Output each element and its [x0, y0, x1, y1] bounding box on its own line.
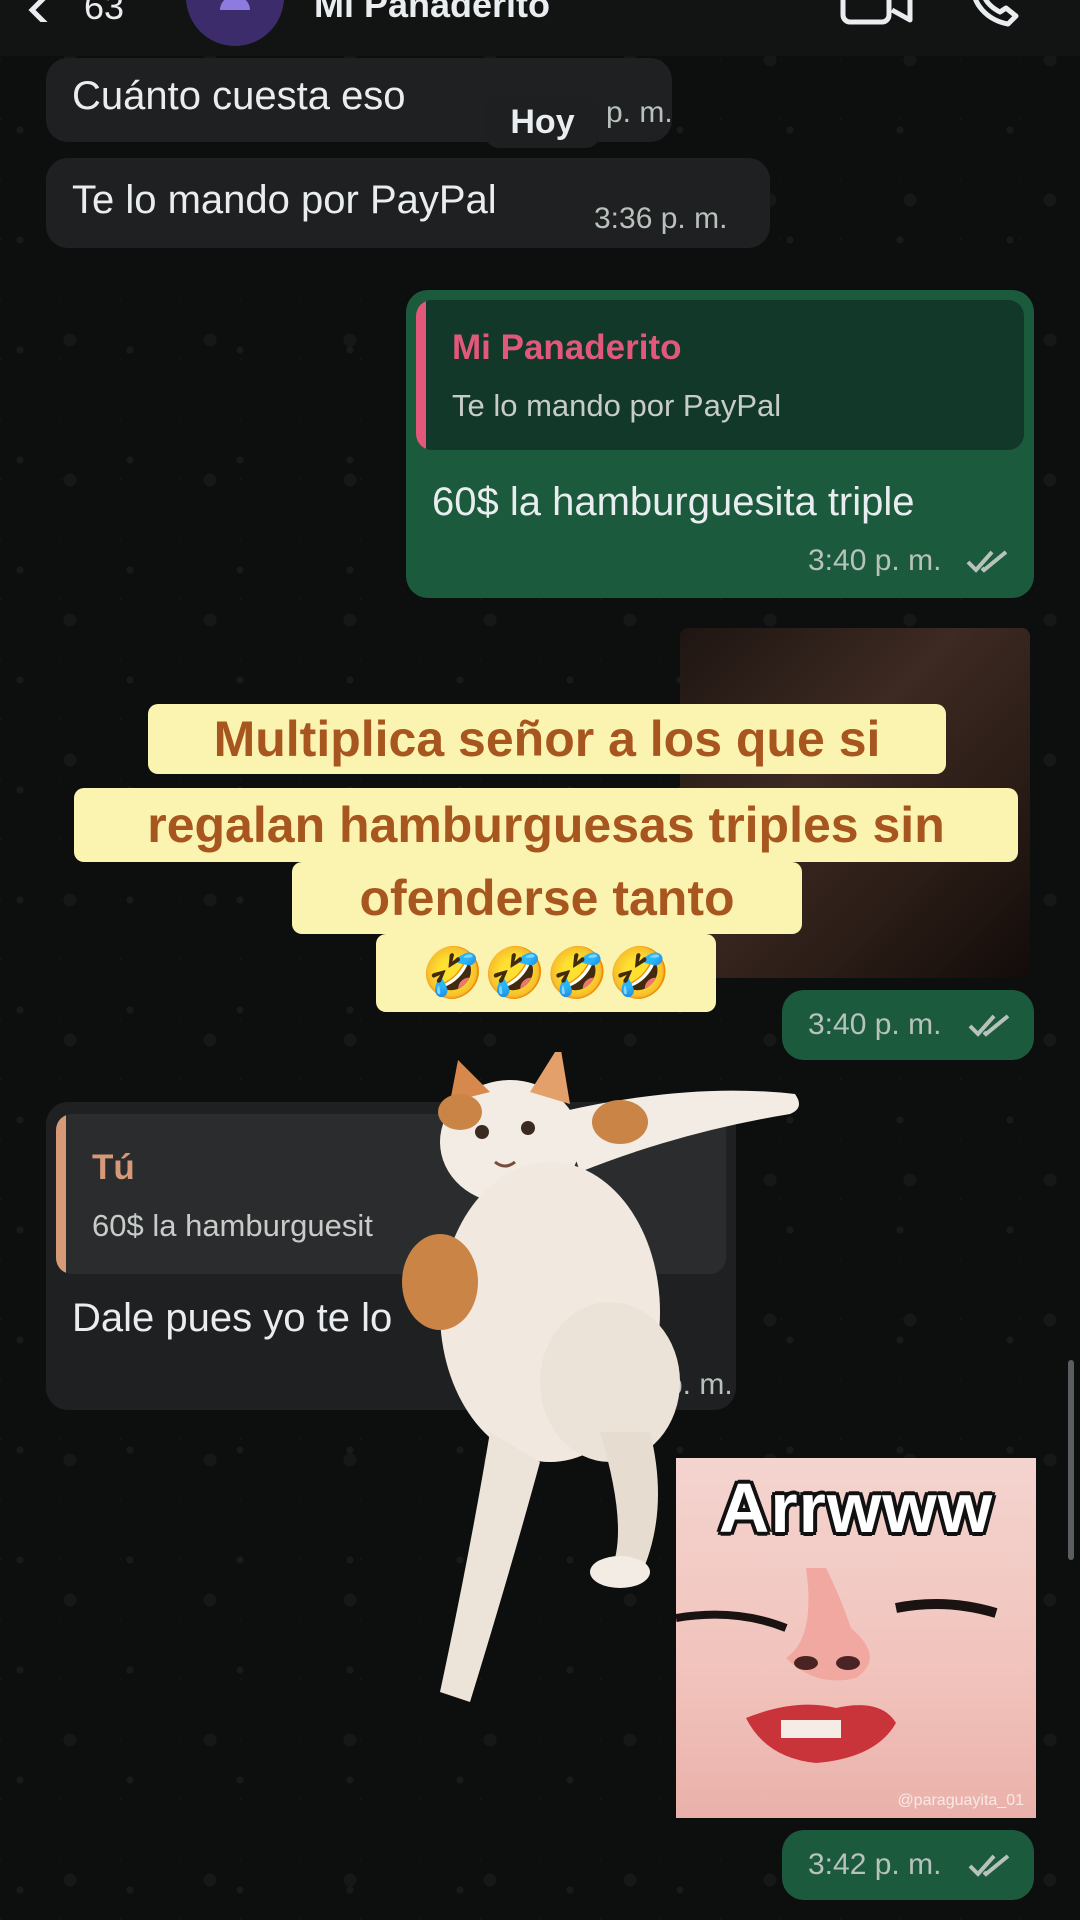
- message-time: 3:36 p. m.: [594, 202, 728, 235]
- quote-text: 60$ la hamburguesit: [92, 1208, 373, 1243]
- double-check-icon: [968, 1014, 1010, 1037]
- message-time: 3:40 p. m.: [808, 544, 942, 577]
- avatar[interactable]: [186, 0, 284, 46]
- outgoing-message-time-chip[interactable]: 3:40 p. m.: [782, 990, 1034, 1060]
- quoted-reply[interactable]: Mi Panaderito Te lo mando por PayPal: [416, 300, 1024, 450]
- quote-sender: Mi Panaderito: [452, 328, 682, 367]
- message-text: Te lo mando por PayPal: [72, 178, 497, 222]
- scrollbar[interactable]: [1068, 1360, 1074, 1560]
- message-time: 3:40 p. m.: [808, 1008, 942, 1041]
- outgoing-image-message[interactable]: Arrwww @paraguayita_01: [676, 1458, 1036, 1818]
- meme-watermark: @paraguayita_01: [897, 1792, 1024, 1809]
- contact-name[interactable]: Mi Panaderito: [314, 0, 550, 26]
- meme-caption: Arrwww: [718, 1469, 994, 1547]
- outgoing-message-time-chip[interactable]: 3:42 p. m.: [782, 1830, 1034, 1900]
- incoming-message[interactable]: Te lo mando por PayPal 3:36 p. m.: [46, 158, 770, 248]
- double-check-icon: [966, 550, 1008, 573]
- caption-line: ofenderse tanto: [292, 862, 802, 934]
- date-chip: Hoy: [485, 96, 600, 148]
- chat-header: 63 Mi Panaderito: [0, 0, 1080, 56]
- back-icon[interactable]: [26, 0, 56, 22]
- double-check-icon: [968, 1854, 1010, 1877]
- quote-accent-bar: [416, 300, 426, 450]
- quote-accent-bar: [56, 1114, 66, 1274]
- caption-line: Multiplica señor a los que si: [148, 704, 946, 774]
- message-text: Dale pues yo te lo: [72, 1296, 393, 1340]
- quote-text: Te lo mando por PayPal: [452, 388, 782, 423]
- outgoing-message[interactable]: Mi Panaderito Te lo mando por PayPal 60$…: [406, 290, 1034, 598]
- caption-line: 🤣🤣🤣🤣: [376, 934, 716, 1012]
- message-text: Cuánto cuesta eso: [72, 74, 406, 118]
- voice-call-icon[interactable]: [968, 0, 1028, 30]
- message-time: 3:42 p. m.: [808, 1848, 942, 1881]
- caption-line: regalan hamburguesas triples sin: [74, 788, 1018, 862]
- unread-count[interactable]: 63: [84, 0, 124, 28]
- message-text: 60$ la hamburguesita triple: [432, 480, 915, 524]
- avatar-person-icon: [220, 0, 250, 10]
- quote-sender: Tú: [92, 1148, 135, 1187]
- message-time: p. m.: [606, 96, 673, 129]
- video-call-icon[interactable]: [840, 0, 914, 26]
